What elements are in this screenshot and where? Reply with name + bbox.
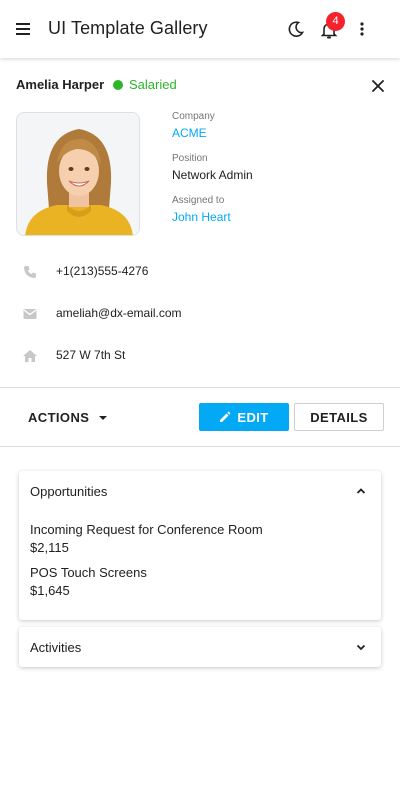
more-vert-icon[interactable]	[352, 19, 372, 39]
status-dot	[113, 79, 123, 90]
phone-number[interactable]: +1(213)555-4276	[56, 264, 148, 278]
contact-photo	[16, 112, 140, 236]
chevron-down-icon	[356, 644, 366, 651]
moon-icon[interactable]	[286, 19, 306, 39]
notification-badge: 4	[326, 12, 345, 31]
street-address: 527 W 7th St	[56, 348, 126, 362]
status-label: Salaried	[129, 77, 177, 92]
edit-label: EDIT	[237, 409, 269, 425]
pencil-icon	[220, 411, 231, 422]
company-label: Company	[172, 111, 215, 122]
edit-button[interactable]: EDIT	[199, 403, 289, 431]
assigned-label: Assigned to	[172, 195, 225, 206]
opportunity-title[interactable]: Incoming Request for Conference Room	[30, 522, 263, 537]
actions-dropdown-button[interactable]: ACTIONS	[28, 410, 108, 425]
assigned-link[interactable]: John Heart	[172, 210, 231, 224]
opportunities-panel: Opportunities Incoming Request for Confe…	[19, 471, 381, 620]
opportunity-amount: $1,645	[30, 583, 70, 598]
close-icon[interactable]	[370, 78, 386, 94]
company-link[interactable]: ACME	[172, 126, 207, 140]
email-address[interactable]: ameliah@dx-email.com	[56, 306, 182, 320]
status-badge: Salaried	[113, 77, 177, 92]
position-label: Position	[172, 153, 208, 164]
actions-label: ACTIONS	[28, 410, 90, 425]
opportunity-title[interactable]: POS Touch Screens	[30, 565, 147, 580]
activities-title: Activities	[30, 640, 82, 655]
app-title: UI Template Gallery	[48, 18, 208, 38]
email-icon	[23, 309, 37, 319]
activities-panel: Activities	[19, 627, 381, 667]
opportunities-header[interactable]: Opportunities	[19, 471, 381, 511]
opportunity-amount: $2,115	[30, 540, 69, 555]
divider	[0, 387, 400, 388]
chevron-up-icon	[356, 488, 366, 494]
opportunities-title: Opportunities	[30, 484, 108, 499]
position-value: Network Admin	[172, 168, 253, 182]
app-bar: UI Template Gallery 4	[0, 0, 400, 58]
menu-icon[interactable]	[14, 19, 34, 39]
phone-icon	[24, 266, 36, 278]
details-button[interactable]: DETAILS	[294, 403, 384, 431]
activities-header[interactable]: Activities	[19, 627, 381, 667]
home-icon	[23, 350, 37, 362]
divider	[0, 446, 400, 447]
contact-name: Amelia Harper	[16, 77, 105, 92]
caret-down-icon	[99, 415, 108, 420]
